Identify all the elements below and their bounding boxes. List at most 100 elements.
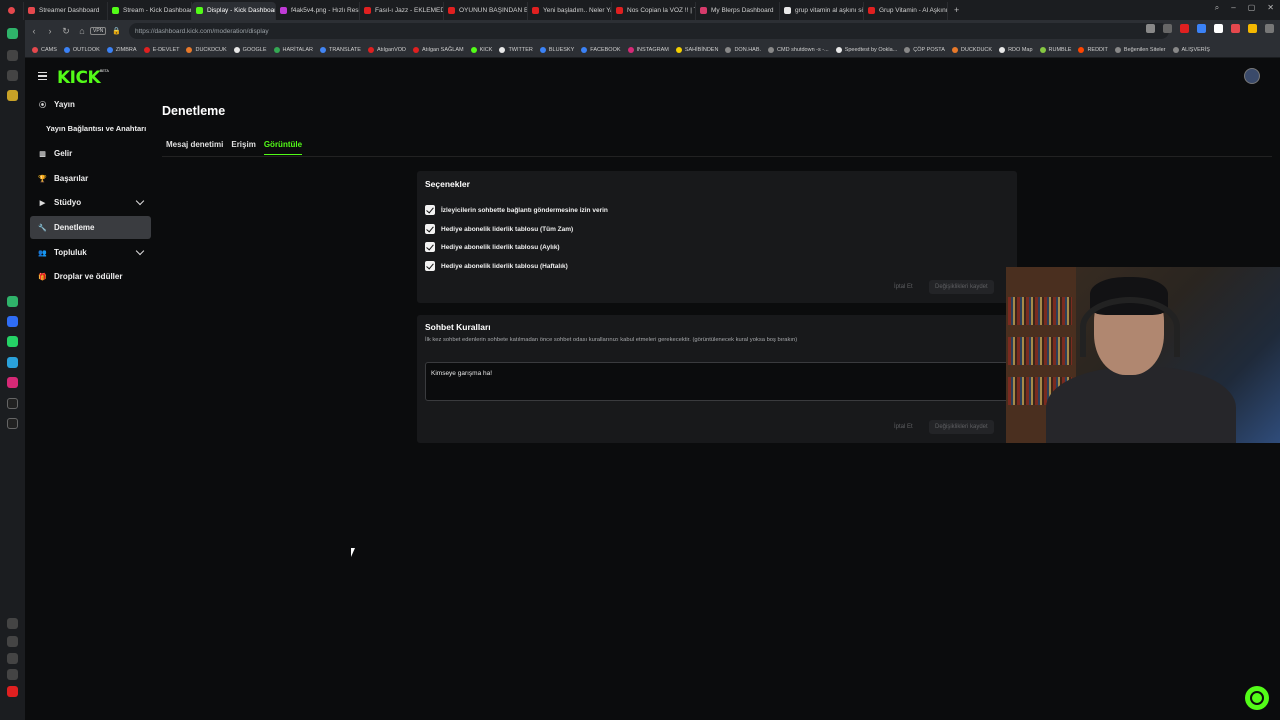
browser-tab[interactable]: grup vitamin al aşkını söl <box>780 1 864 20</box>
sidebar-item[interactable]: Yayın Bağlantısı ve Anahtarı <box>30 117 151 140</box>
extension-icon[interactable] <box>1197 24 1206 33</box>
bookmark-item[interactable]: BLUESKY <box>539 46 574 53</box>
bookmark-item[interactable]: CAMS <box>32 46 57 53</box>
bookmark-item[interactable]: SAHİBİNDEN <box>675 46 718 53</box>
browser-tab[interactable]: My Blerps Dashboard <box>696 1 780 20</box>
reload-icon[interactable]: ↻ <box>58 26 74 37</box>
bookmark-item[interactable]: Atılgan SAĞLAM <box>413 46 464 53</box>
bookmark-item[interactable]: Beğenilen Siteler <box>1114 46 1166 53</box>
extension-icon[interactable] <box>1248 24 1257 33</box>
chevron-down-icon[interactable] <box>135 246 145 256</box>
bookmark-item[interactable]: DUCKDUCK <box>951 46 992 53</box>
browser-tab[interactable]: Grup Vitamin - Al Aşkını S <box>864 1 948 20</box>
hamburger-menu-icon[interactable] <box>38 72 47 80</box>
browser-tab[interactable]: Yeni başladım.. Neler Yapm <box>528 1 612 20</box>
extension-icon[interactable] <box>1180 24 1189 33</box>
new-tab-icon[interactable]: + <box>954 5 959 15</box>
bookmark-label: TRANSLATE <box>328 46 361 53</box>
browser-tab[interactable]: OYUNUN BAŞINDAN BE... <box>444 1 528 20</box>
option-checkbox[interactable] <box>425 261 435 271</box>
extension-icon[interactable] <box>1163 24 1172 33</box>
whatsapp-icon[interactable] <box>7 296 18 307</box>
opera-menu-icon[interactable] <box>0 1 24 20</box>
browser-tab[interactable]: Display - Kick Dashboard <box>192 1 276 20</box>
messenger-icon[interactable] <box>7 316 18 327</box>
extensions-icon[interactable] <box>7 618 18 629</box>
workspace-icon[interactable] <box>7 28 18 39</box>
options-cancel-button[interactable]: İptal Et <box>894 284 913 290</box>
avatar[interactable] <box>1244 68 1260 84</box>
browser-tab[interactable]: Fasıl-ı Jazz - EKLEMEDİR <box>360 1 444 20</box>
options-save-button[interactable]: Değişiklikleri kaydet <box>929 280 994 294</box>
bookmark-item[interactable]: DUCKDCUK <box>186 46 227 53</box>
bookmark-item[interactable]: ALIŞVERİŞ <box>1172 46 1210 53</box>
bookmark-item[interactable]: Speedtest by Ookla... <box>835 46 897 53</box>
vpn-badge[interactable]: VPN <box>90 27 107 35</box>
bookmark-item[interactable]: FACEBOOK <box>581 46 621 53</box>
kick-logo[interactable]: KICK <box>57 68 101 88</box>
extension-icon[interactable] <box>1146 24 1155 33</box>
bookmark-item[interactable]: AtılganVOD <box>367 46 406 53</box>
rules-cancel-button[interactable]: İptal Et <box>894 424 913 430</box>
tiktok-icon[interactable] <box>7 398 18 409</box>
maximize-icon[interactable]: ▢ <box>1248 3 1256 13</box>
whatsapp-icon[interactable] <box>7 336 18 347</box>
player-icon[interactable] <box>7 90 18 101</box>
bookmark-item[interactable]: RDO Map <box>999 46 1033 53</box>
extension-icon[interactable] <box>1214 24 1223 33</box>
bookmark-item[interactable]: ÇÖP POSTA <box>904 46 945 53</box>
sidebar-item[interactable]: 🏆 Başarılar <box>30 167 151 190</box>
rules-save-button[interactable]: Değişiklikleri kaydet <box>929 420 994 434</box>
support-chat-button[interactable] <box>1245 686 1269 710</box>
browser-tab[interactable]: Nos Copian la VOZ !! | The <box>612 1 696 20</box>
option-checkbox[interactable] <box>425 224 435 234</box>
history-icon[interactable] <box>7 653 18 664</box>
wallet-icon[interactable] <box>7 70 18 81</box>
browser-tab[interactable]: Stream - Kick Dashboard <box>108 1 192 20</box>
bookmark-item[interactable]: TWITTER <box>499 46 533 53</box>
minimize-icon[interactable]: – <box>1231 3 1235 13</box>
option-checkbox[interactable] <box>425 205 435 215</box>
bookmark-item[interactable]: OUTLOOK <box>63 46 100 53</box>
extension-icon[interactable] <box>1231 24 1240 33</box>
pinboard-icon[interactable] <box>7 50 18 61</box>
instagram-icon[interactable] <box>7 377 18 388</box>
bookmark-item[interactable]: E-DEVLET <box>143 46 179 53</box>
bookmark-item[interactable]: DON.HAB. <box>725 46 761 53</box>
sidebar-item[interactable]: ⦿ Yayın <box>30 93 151 116</box>
bookmark-item[interactable]: RUMBLE <box>1039 46 1071 53</box>
bookmark-item[interactable]: HARİTALAR <box>273 46 313 53</box>
url-input[interactable]: https://dashboard.kick.com/moderation/di… <box>129 23 1169 39</box>
telegram-icon[interactable] <box>7 357 18 368</box>
settings-icon[interactable] <box>7 669 18 680</box>
home-icon[interactable]: ⌂ <box>74 26 90 36</box>
back-icon[interactable]: ‹ <box>26 26 42 36</box>
close-icon[interactable]: ✕ <box>1267 3 1274 13</box>
tab-2[interactable]: Görüntüle <box>263 140 303 155</box>
bookmark-item[interactable]: TRANSLATE <box>319 46 361 53</box>
search-tabs-icon[interactable]: ⌕ <box>1215 3 1219 13</box>
x-icon[interactable] <box>7 418 18 429</box>
tab-0[interactable]: Mesaj denetimi <box>166 140 223 155</box>
sidebar-item[interactable]: 🎁 Droplar ve ödüller <box>30 265 151 288</box>
bookmark-item[interactable]: REDDIT <box>1078 46 1108 53</box>
sidebar-item[interactable]: 🔧 Denetleme <box>30 216 151 239</box>
bookmark-item[interactable]: GOOGLE <box>233 46 267 53</box>
chat-rules-textarea[interactable]: Kimseye garışma ha! <box>425 362 1010 401</box>
sidebar-item[interactable]: ▥ Gelir <box>30 142 151 165</box>
edit-icon[interactable] <box>7 636 18 647</box>
bookmark-item[interactable]: ZIMBRA <box>106 46 137 53</box>
chevron-down-icon[interactable] <box>135 196 145 206</box>
bookmark-item[interactable]: KICK <box>470 46 492 53</box>
browser-tab[interactable]: Streamer Dashboard <box>24 1 108 20</box>
sidebar-item[interactable]: 👥 Topluluk <box>30 241 151 264</box>
opera-icon[interactable] <box>7 686 18 697</box>
tab-1[interactable]: Erişim <box>231 140 255 155</box>
sidebar-item[interactable]: ▶ Stüdyo <box>30 191 151 214</box>
bookmark-item[interactable]: CMD shutdown -s -... <box>768 46 829 53</box>
bookmark-item[interactable]: INSTAGRAM <box>627 46 669 53</box>
forward-icon[interactable]: › <box>42 26 58 36</box>
option-checkbox[interactable] <box>425 242 435 252</box>
browser-tab[interactable]: f4ak5v4.png - Hızlı Resim <box>276 1 360 20</box>
extension-icon[interactable] <box>1265 24 1274 33</box>
